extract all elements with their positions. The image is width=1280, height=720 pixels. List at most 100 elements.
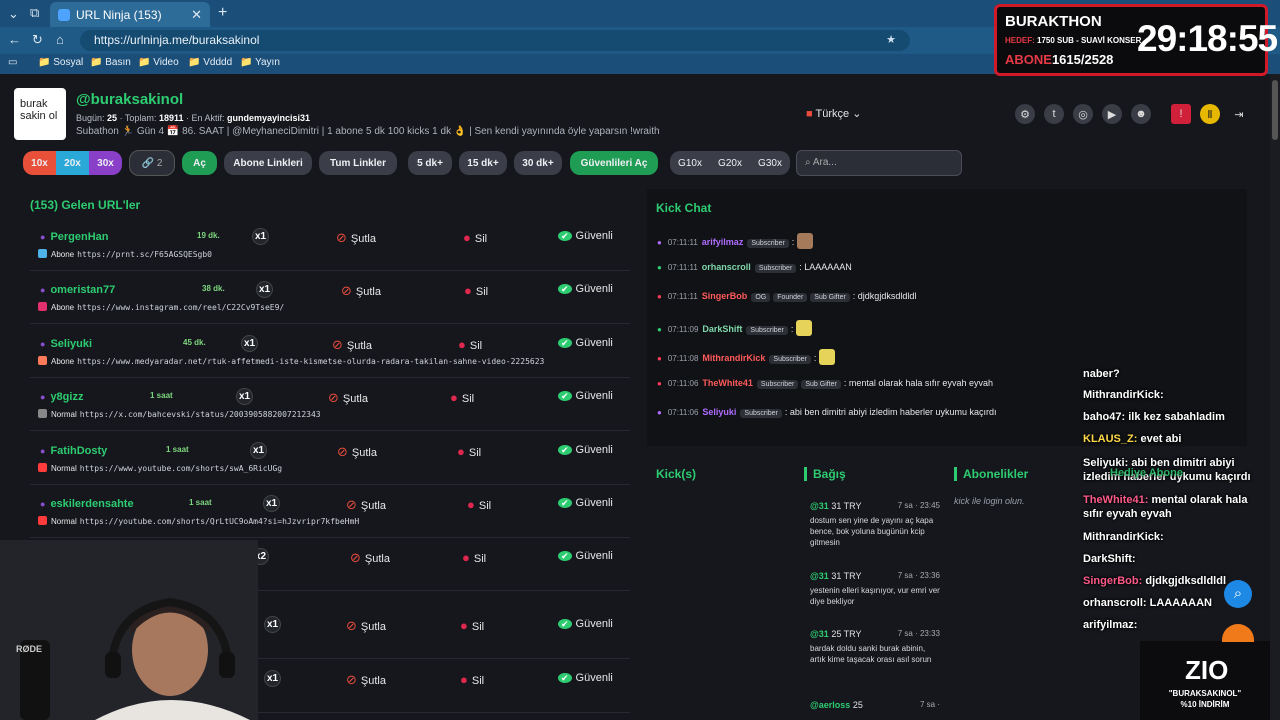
mark-safe-button[interactable]: Güvenli xyxy=(558,550,613,562)
delete-button[interactable]: Sil xyxy=(458,337,482,352)
url-row-count-badge[interactable]: x1 xyxy=(252,228,269,245)
scrollbar-thumb[interactable] xyxy=(1272,80,1278,140)
mark-safe-button[interactable]: Güvenli xyxy=(558,497,613,509)
search-input[interactable]: ⌕ Ara... xyxy=(796,150,962,176)
donation-user[interactable]: @31 xyxy=(810,501,829,511)
url-row-count-badge[interactable]: x1 xyxy=(256,281,273,298)
link-count-input[interactable]: 🔗 2 xyxy=(129,150,175,176)
url-row-count-badge[interactable]: x1 xyxy=(241,335,258,352)
url-row-count-badge[interactable]: x1 xyxy=(250,442,267,459)
open-button[interactable]: Aç xyxy=(182,151,217,175)
mark-safe-button[interactable]: Güvenli xyxy=(558,230,613,242)
youtube-icon[interactable]: ▶ xyxy=(1102,104,1122,124)
pause-icon[interactable]: Ⅱ xyxy=(1200,104,1220,124)
g10x-button[interactable]: G10x xyxy=(670,151,710,175)
url-row-link[interactable]: Normal https://www.youtube.com/shorts/swA… xyxy=(38,463,282,473)
bookmark-video[interactable]: 📁 Video xyxy=(138,57,179,68)
all-links-button[interactable]: Tum Linkler xyxy=(319,151,397,175)
g20x-button[interactable]: G20x xyxy=(710,151,750,175)
skip-button[interactable]: Şutla xyxy=(336,230,376,246)
url-field[interactable]: https://urlninja.me/buraksakinol ★ xyxy=(80,30,910,51)
new-tab-icon[interactable]: + xyxy=(218,4,227,22)
filter-15min-button[interactable]: 15 dk+ xyxy=(459,151,507,175)
url-row-user[interactable]: y8gizz xyxy=(40,391,83,403)
url-row-user[interactable]: omeristan77 xyxy=(40,284,115,296)
skip-button[interactable]: Şutla xyxy=(328,390,368,406)
chat-user[interactable]: arifyilmaz xyxy=(702,237,744,247)
language-select[interactable]: ■ Türkçe ⌄ xyxy=(806,107,861,120)
page-scrollbar[interactable] xyxy=(1270,74,1280,720)
url-row-count-badge[interactable]: x1 xyxy=(264,616,281,633)
donation-user[interactable]: @aerloss xyxy=(810,700,850,710)
mark-safe-button[interactable]: Güvenli xyxy=(558,390,613,402)
favorite-icon[interactable]: ★ xyxy=(886,33,896,46)
delete-button[interactable]: Sil xyxy=(460,618,484,633)
url-row-link[interactable]: Abone https://www.medyaradar.net/rtuk-aff… xyxy=(38,356,544,366)
instagram-icon[interactable]: ◎ xyxy=(1073,104,1093,124)
reload-icon[interactable]: ↻ xyxy=(32,32,43,48)
chat-user[interactable]: TheWhite41 xyxy=(702,378,753,388)
skip-button[interactable]: Şutla xyxy=(341,283,381,299)
delete-button[interactable]: Sil xyxy=(450,390,474,405)
url-row-count-badge[interactable]: x1 xyxy=(236,388,253,405)
tab-actions-icon[interactable]: ⌄ xyxy=(8,6,19,22)
multiplier-10x-button[interactable]: 10x xyxy=(23,151,56,175)
url-row-link[interactable]: Normal https://youtube.com/shorts/QrLtUC9… xyxy=(38,516,359,526)
url-row-link[interactable]: Abone https://prnt.sc/F65AGSQESgb0 xyxy=(38,249,212,259)
url-row-user[interactable]: Seliyuki xyxy=(40,338,92,350)
chat-user[interactable]: Seliyuki xyxy=(702,407,736,417)
skip-button[interactable]: Şutla xyxy=(346,672,386,688)
url-row-link[interactable]: Normal https://x.com/bahcevski/status/200… xyxy=(38,409,321,419)
users-icon[interactable]: ☻ xyxy=(1131,104,1151,124)
workspaces-icon[interactable]: ⧉ xyxy=(30,5,39,21)
mark-safe-button[interactable]: Güvenli xyxy=(558,618,613,630)
back-icon[interactable]: ← xyxy=(8,32,21,47)
alert-icon[interactable]: ! xyxy=(1171,104,1191,124)
chat-user[interactable]: orhanscroll xyxy=(702,262,751,272)
chat-user[interactable]: DarkShift xyxy=(702,324,742,334)
home-icon[interactable]: ⌂ xyxy=(56,32,64,47)
active-tab[interactable]: URL Ninja (153) ✕ xyxy=(50,2,210,27)
delete-button[interactable]: Sil xyxy=(460,672,484,687)
skip-button[interactable]: Şutla xyxy=(346,618,386,634)
filter-5min-button[interactable]: 5 dk+ xyxy=(408,151,452,175)
delete-button[interactable]: Sil xyxy=(457,444,481,459)
bookmark-yayin[interactable]: 📁 Yayın xyxy=(240,57,280,68)
bookmark-vdddd[interactable]: 📁 Vdddd xyxy=(188,57,232,68)
multiplier-20x-button[interactable]: 20x xyxy=(56,151,89,175)
twitter-icon[interactable]: t xyxy=(1044,104,1064,124)
chat-user[interactable]: MithrandirKick xyxy=(702,353,765,363)
settings-icon[interactable]: ⚙ xyxy=(1015,104,1035,124)
bookmark-sosyal[interactable]: 📁 Sosyal xyxy=(38,57,83,68)
open-safe-button[interactable]: Güvenlileri Aç xyxy=(570,151,658,175)
url-row-link[interactable]: Abone https://www.instagram.com/reel/C22C… xyxy=(38,302,284,312)
channel-username[interactable]: @buraksakinol xyxy=(76,91,183,108)
delete-button[interactable]: Sil xyxy=(464,283,488,298)
url-row-user[interactable]: PergenHan xyxy=(40,231,108,243)
logout-icon[interactable]: ⇥ xyxy=(1229,104,1249,124)
chat-user[interactable]: SingerBob xyxy=(702,291,748,301)
zoom-search-icon[interactable]: ⌕ xyxy=(1224,580,1252,608)
mark-safe-button[interactable]: Güvenli xyxy=(558,444,613,456)
url-row-user[interactable]: FatihDosty xyxy=(40,445,107,457)
skip-button[interactable]: Şutla xyxy=(346,497,386,513)
delete-button[interactable]: Sil xyxy=(462,550,486,565)
skip-button[interactable]: Şutla xyxy=(350,550,390,566)
url-row-count-badge[interactable]: x1 xyxy=(264,670,281,687)
donation-user[interactable]: @31 xyxy=(810,571,829,581)
mark-safe-button[interactable]: Güvenli xyxy=(558,672,613,684)
g30x-button[interactable]: G30x xyxy=(750,151,790,175)
mark-safe-button[interactable]: Güvenli xyxy=(558,283,613,295)
url-row-count-badge[interactable]: x1 xyxy=(263,495,280,512)
mark-safe-button[interactable]: Güvenli xyxy=(558,337,613,349)
bookmarks-menu-icon[interactable]: ▭ xyxy=(8,57,17,68)
subscriber-links-button[interactable]: Abone Linkleri xyxy=(224,151,312,175)
close-tab-icon[interactable]: ✕ xyxy=(191,7,202,23)
bookmark-basin[interactable]: 📁 Basın xyxy=(90,57,131,68)
donation-user[interactable]: @31 xyxy=(810,629,829,639)
multiplier-30x-button[interactable]: 30x xyxy=(89,151,122,175)
filter-30min-button[interactable]: 30 dk+ xyxy=(514,151,562,175)
skip-button[interactable]: Şutla xyxy=(332,337,372,353)
delete-button[interactable]: Sil xyxy=(467,497,491,512)
url-row-user[interactable]: eskilerdensahte xyxy=(40,498,133,510)
